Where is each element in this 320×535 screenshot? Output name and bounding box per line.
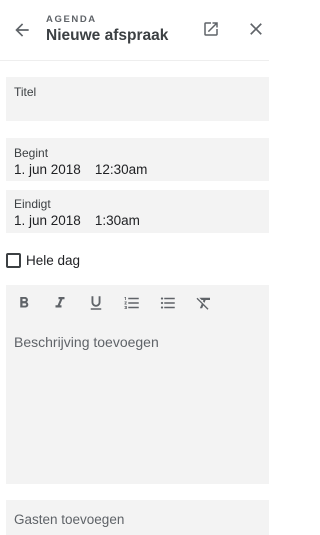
end-value: 1. jun 2018 1:30am [14,213,140,228]
end-datetime-field[interactable]: Eindigt 1. jun 2018 1:30am [6,190,269,233]
dialog-header: AGENDA Nieuwe afspraak [0,0,269,61]
guests-input[interactable]: Gasten toevoegen [6,500,269,535]
underline-button[interactable] [84,291,108,315]
bulleted-list-icon [160,297,175,309]
back-button[interactable] [8,16,36,44]
title-field-label: Titel [14,85,37,99]
open-in-new-button[interactable] [198,16,224,42]
start-label: Begint [14,146,49,160]
title-field[interactable]: Titel [6,77,269,121]
all-day-checkbox[interactable] [6,252,21,268]
bold-icon [20,297,29,308]
bulleted-list-button[interactable] [156,291,180,315]
all-day-label: Hele dag [26,252,81,268]
numbered-list-button[interactable] [120,291,144,315]
start-date[interactable]: 1. jun 2018 [14,162,81,177]
description-editor[interactable]: Beschrijving toevoegen [6,285,269,484]
numbered-list-icon [124,297,139,309]
italic-button[interactable] [48,291,72,315]
page-title: Nieuwe afspraak [46,27,169,44]
end-date[interactable]: 1. jun 2018 [14,213,81,228]
underline-icon [90,296,102,310]
open-in-new-icon [204,22,218,36]
app-label: AGENDA [46,14,97,25]
close-button[interactable] [242,15,270,43]
clear-formatting-icon [196,297,210,310]
clear-formatting-button[interactable] [192,291,216,315]
start-time[interactable]: 12:30am [95,162,148,177]
bold-button[interactable] [12,291,36,315]
italic-icon [55,297,65,308]
all-day-toggle[interactable]: Hele dag [6,251,80,269]
end-label: Eindigt [14,197,51,211]
guests-placeholder: Gasten toevoegen [14,512,125,527]
end-time[interactable]: 1:30am [95,213,140,228]
start-datetime-field[interactable]: Begint 1. jun 2018 12:30am [6,138,269,181]
arrow-back-icon [15,23,29,37]
start-value: 1. jun 2018 12:30am [14,162,147,177]
close-icon [250,23,262,35]
description-placeholder: Beschrijving toevoegen [14,334,159,350]
formatting-toolbar [6,291,269,315]
